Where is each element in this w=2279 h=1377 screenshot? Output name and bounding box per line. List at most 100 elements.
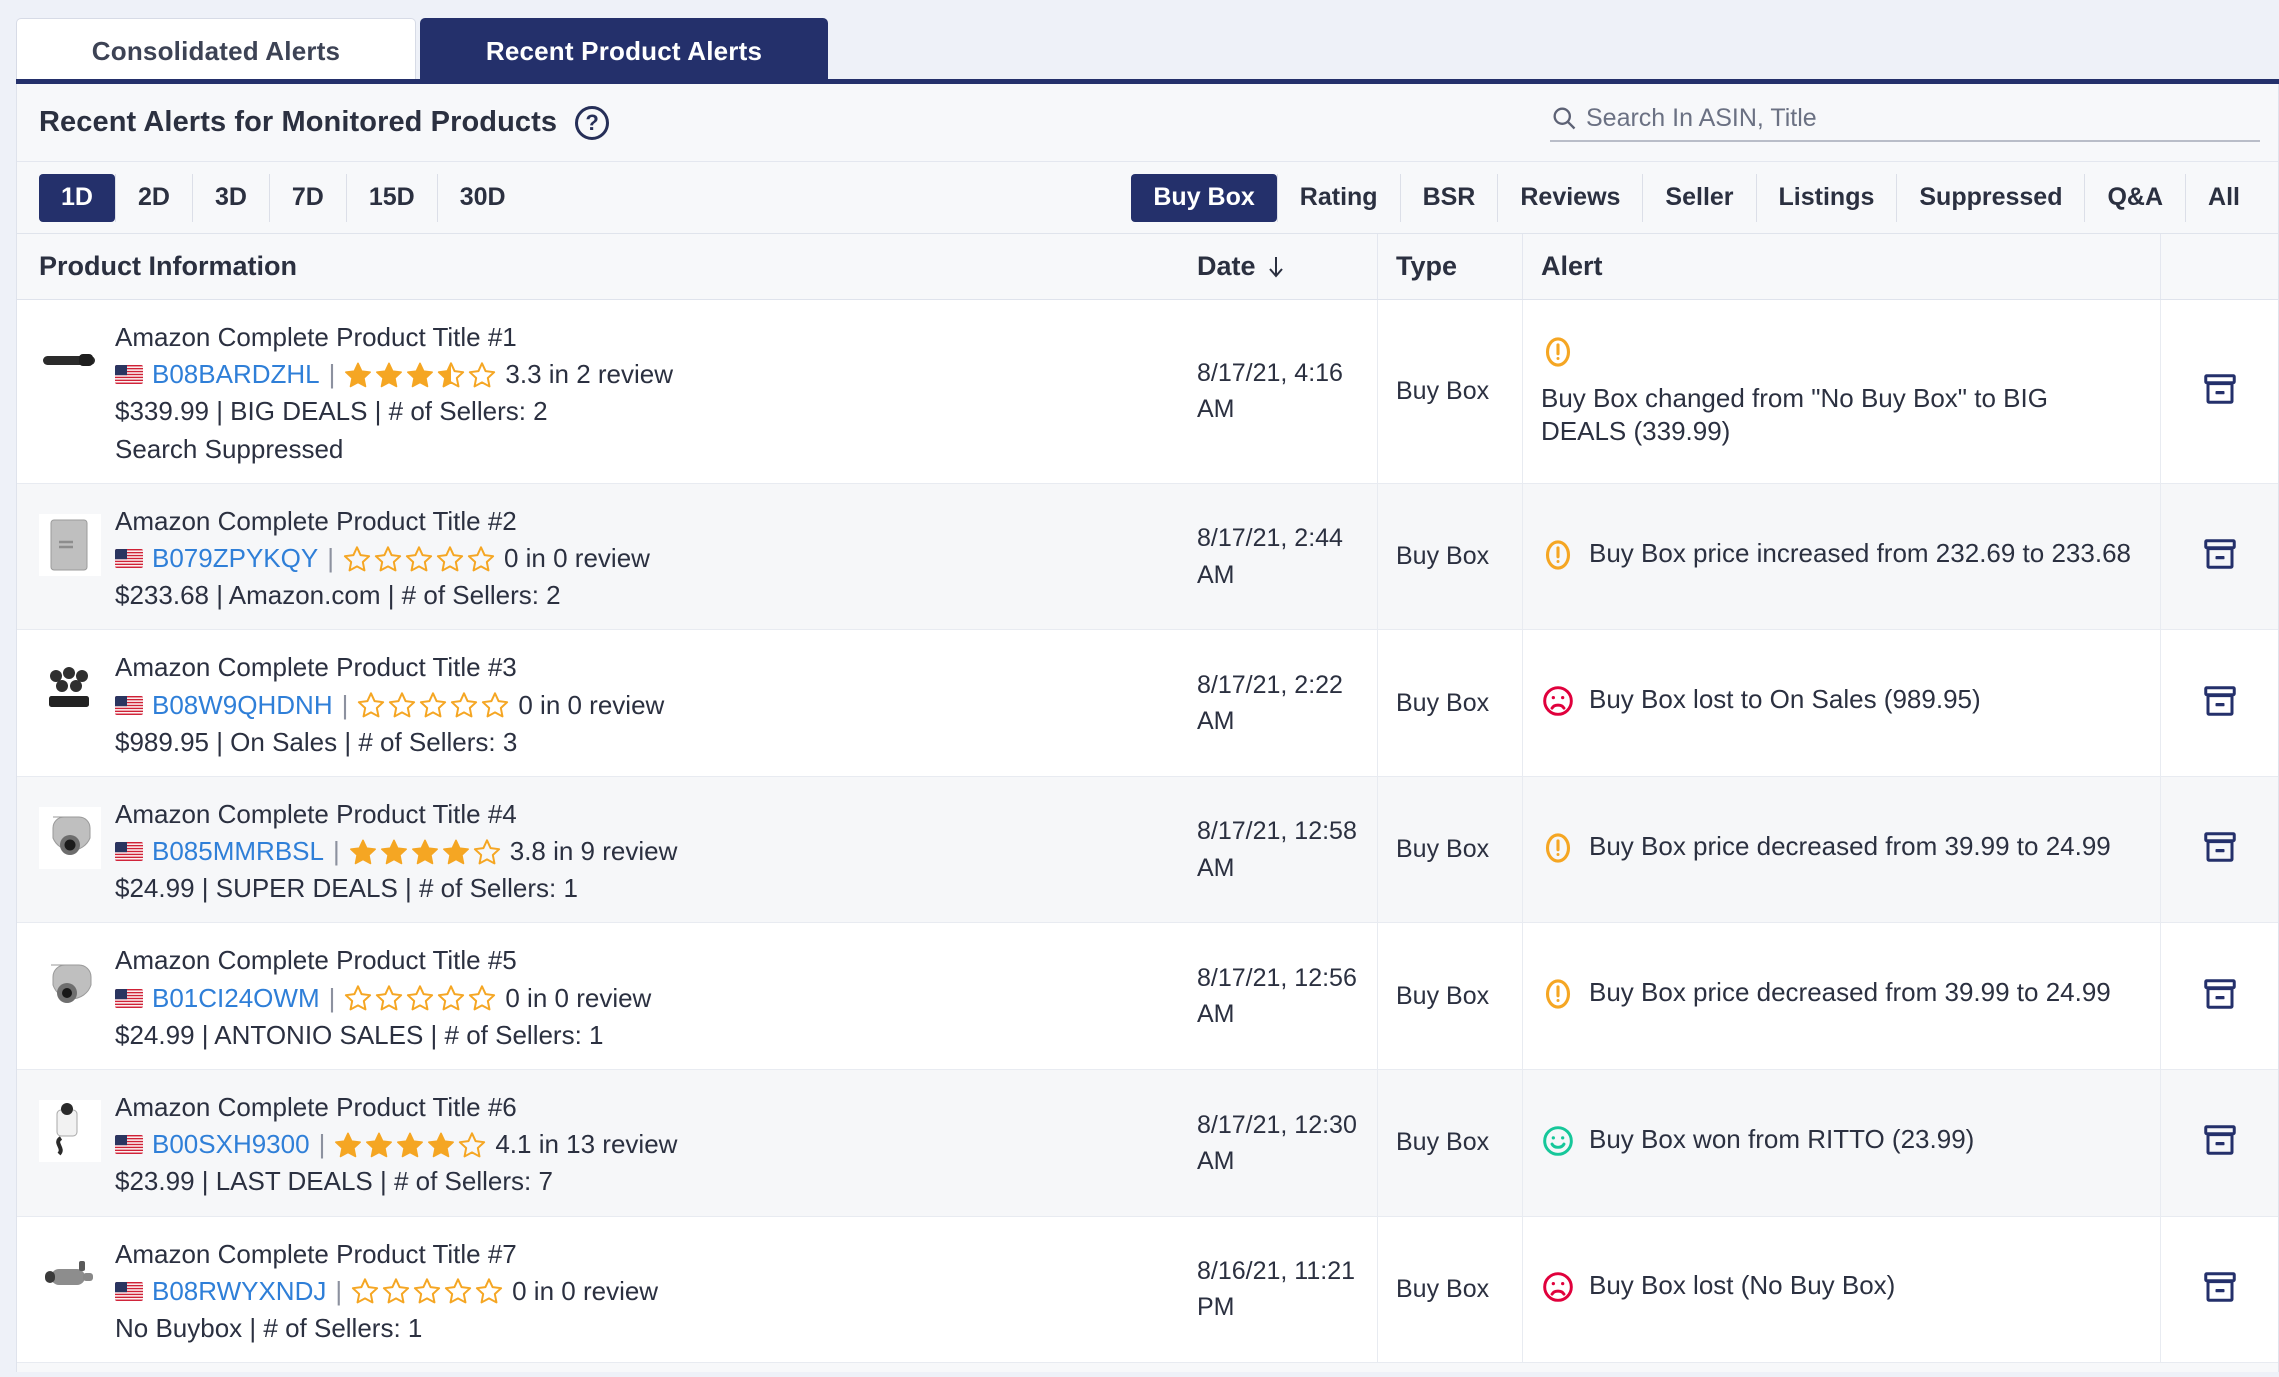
column-header-alert: Alert xyxy=(1522,234,2160,299)
filter-type-rating[interactable]: Rating xyxy=(1276,173,1400,222)
alert-type-cell: Buy Box xyxy=(1377,1216,1522,1363)
archive-box-icon[interactable] xyxy=(2202,976,2238,1017)
alert-message-text: Buy Box price increased from 232.69 to 2… xyxy=(1589,537,2131,568)
star-empty-icon xyxy=(473,838,501,866)
product-thumbnail[interactable] xyxy=(39,1246,101,1309)
archive-box-icon[interactable] xyxy=(2202,1122,2238,1163)
table-row[interactable]: Amazon Complete Product Title #1 B08BARD… xyxy=(17,300,2278,484)
alert-type-cell: Buy Box xyxy=(1377,483,1522,630)
alerts-panel: Recent Alerts for Monitored Products ? 1… xyxy=(16,84,2279,1372)
row-actions-cell xyxy=(2160,300,2278,483)
archive-box-icon[interactable] xyxy=(2202,829,2238,870)
product-thumbnail[interactable] xyxy=(39,330,101,392)
review-count-text: 4.1 in 13 review xyxy=(495,1129,678,1160)
main-tab-bar: Consolidated Alerts Recent Product Alert… xyxy=(0,0,2279,84)
archive-box-icon[interactable] xyxy=(2202,683,2238,724)
alert-date-cell: 8/17/21, 12:58 AM xyxy=(1197,817,1357,882)
star-empty-icon xyxy=(351,1277,379,1305)
filter-type-suppressed[interactable]: Suppressed xyxy=(1896,173,2084,222)
search-input[interactable] xyxy=(1586,103,2260,133)
product-title[interactable]: Amazon Complete Product Title #7 xyxy=(115,1239,658,1270)
product-title[interactable]: Amazon Complete Product Title #5 xyxy=(115,945,651,976)
alert-date-cell: 8/17/21, 4:16 AM xyxy=(1197,359,1343,424)
product-information-cell: Amazon Complete Product Title #3 B08W9QH… xyxy=(17,630,1197,776)
date-range-filter-group: 1D 2D 3D 7D 15D 30D xyxy=(39,173,528,222)
row-actions-cell xyxy=(2160,630,2278,776)
filter-range-15d[interactable]: 15D xyxy=(345,173,437,222)
product-asin-link[interactable]: B079ZPYKQY xyxy=(152,543,318,574)
filter-range-2d[interactable]: 2D xyxy=(114,173,192,222)
table-row[interactable]: Amazon Complete Product Title #7 B08RWYX… xyxy=(17,1216,2278,1364)
table-row[interactable]: Amazon Complete Product Title #6 B00SXH9… xyxy=(17,1070,2278,1217)
product-thumbnail[interactable] xyxy=(39,513,101,576)
alert-date-cell: 8/17/21, 12:30 AM xyxy=(1197,1110,1357,1175)
product-price-seller-line: $23.99 | LAST DEALS | # of Sellers: 7 xyxy=(115,1166,553,1197)
star-empty-icon xyxy=(468,984,496,1012)
product-thumbnail[interactable] xyxy=(39,1100,101,1162)
tab-recent-product-alerts[interactable]: Recent Product Alerts xyxy=(420,18,828,84)
alert-date-cell: 8/17/21, 12:56 AM xyxy=(1197,963,1357,1029)
product-thumbnail[interactable] xyxy=(39,806,101,869)
filter-type-reviews[interactable]: Reviews xyxy=(1497,173,1642,222)
star-empty-icon xyxy=(406,984,434,1012)
arrow-down-icon xyxy=(1268,256,1283,278)
star-empty-icon xyxy=(388,691,416,719)
product-asin-link[interactable]: B00SXH9300 xyxy=(152,1129,310,1160)
filter-type-listings[interactable]: Listings xyxy=(1755,173,1897,222)
us-flag-icon xyxy=(115,365,143,385)
alert-type-filter-group: Buy Box Rating BSR Reviews Seller Listin… xyxy=(1131,173,2262,222)
search-box[interactable] xyxy=(1550,103,2260,142)
filter-bar: 1D 2D 3D 7D 15D 30D Buy Box Rating BSR R… xyxy=(17,162,2278,234)
column-header-date[interactable]: Date xyxy=(1197,251,1377,282)
product-asin-link[interactable]: B085MMRBSL xyxy=(152,836,324,867)
filter-type-all[interactable]: All xyxy=(2185,173,2262,222)
warning-exclamation-icon xyxy=(1541,831,1575,870)
table-row[interactable]: Amazon Complete Product Title #4 B085MMR… xyxy=(17,776,2278,924)
us-flag-icon xyxy=(115,988,143,1008)
product-thumbnail[interactable] xyxy=(39,953,101,1016)
product-thumbnail[interactable] xyxy=(39,660,101,723)
archive-box-icon[interactable] xyxy=(2202,1269,2238,1310)
row-actions-cell xyxy=(2160,776,2278,923)
product-asin-link[interactable]: B01CI24OWM xyxy=(152,983,320,1014)
table-row[interactable]: Amazon Complete Product Title #2 B079ZPY… xyxy=(17,483,2278,631)
filter-range-7d[interactable]: 7D xyxy=(268,173,346,222)
star-empty-icon xyxy=(458,1131,486,1159)
product-asin-link[interactable]: B08W9QHDNH xyxy=(152,690,333,721)
alert-message-cell: Buy Box won from RITTO (23.99) xyxy=(1522,1070,2160,1216)
alert-message-text: Buy Box changed from "No Buy Box" to BIG… xyxy=(1541,382,2048,447)
alert-message-cell: Buy Box changed from "No Buy Box" to BIG… xyxy=(1522,300,2160,483)
star-rating xyxy=(349,838,501,866)
question-mark-circle-icon[interactable]: ? xyxy=(575,105,610,140)
product-asin-link[interactable]: B08RWYXNDJ xyxy=(152,1276,326,1307)
table-row[interactable]: Amazon Complete Product Title #3 B08W9QH… xyxy=(17,630,2278,777)
table-row[interactable]: Amazon Complete Product Title #5 B01CI24… xyxy=(17,923,2278,1070)
product-information-cell: Amazon Complete Product Title #2 B079ZPY… xyxy=(17,484,1197,630)
product-asin-link[interactable]: B08BARDZHL xyxy=(152,359,320,390)
star-filled-icon xyxy=(411,838,439,866)
us-flag-icon xyxy=(115,549,143,569)
filter-type-qa[interactable]: Q&A xyxy=(2084,173,2185,222)
star-filled-icon xyxy=(406,361,434,389)
separator: | xyxy=(335,1275,343,1306)
alerts-table-body: Amazon Complete Product Title #1 B08BARD… xyxy=(17,300,2278,1364)
star-empty-icon xyxy=(382,1277,410,1305)
product-title[interactable]: Amazon Complete Product Title #3 xyxy=(115,652,664,683)
table-header-row: Product Information Date Type Alert xyxy=(17,234,2278,300)
product-title[interactable]: Amazon Complete Product Title #1 xyxy=(115,322,673,353)
filter-type-bsr[interactable]: BSR xyxy=(1399,173,1498,222)
product-title[interactable]: Amazon Complete Product Title #2 xyxy=(115,506,650,537)
filter-range-1d[interactable]: 1D xyxy=(39,173,115,222)
alert-type-cell: Buy Box xyxy=(1377,1070,1522,1216)
filter-range-3d[interactable]: 3D xyxy=(191,173,269,222)
archive-box-icon[interactable] xyxy=(2202,536,2238,577)
archive-box-icon[interactable] xyxy=(2202,371,2238,412)
product-title[interactable]: Amazon Complete Product Title #4 xyxy=(115,799,677,830)
tab-consolidated-alerts[interactable]: Consolidated Alerts xyxy=(16,18,416,84)
filter-type-seller[interactable]: Seller xyxy=(1642,173,1755,222)
tab-underline-rule xyxy=(16,79,2279,84)
us-flag-icon xyxy=(115,842,143,862)
filter-range-30d[interactable]: 30D xyxy=(436,173,528,222)
product-title[interactable]: Amazon Complete Product Title #6 xyxy=(115,1092,677,1123)
filter-type-buy-box[interactable]: Buy Box xyxy=(1131,173,1277,222)
